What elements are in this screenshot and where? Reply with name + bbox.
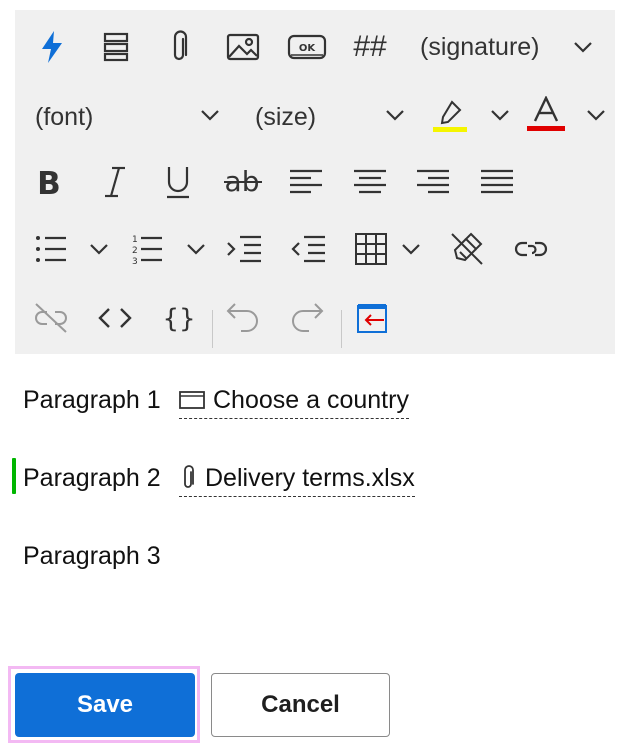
paperclip-icon xyxy=(179,465,197,491)
bullet-list-chevron-down-icon[interactable] xyxy=(88,224,110,274)
table-chevron-down-icon[interactable] xyxy=(400,224,422,274)
bullet-list-icon[interactable] xyxy=(26,224,76,274)
align-right-icon[interactable] xyxy=(408,157,458,207)
country-dropdown-label: Choose a country xyxy=(213,385,409,414)
toolbar-divider xyxy=(341,310,342,348)
save-button[interactable]: Save xyxy=(15,673,195,737)
strikethrough-icon[interactable]: ab xyxy=(218,157,268,207)
font-color-icon[interactable] xyxy=(521,90,571,140)
align-center-icon[interactable] xyxy=(345,157,395,207)
country-dropdown-field[interactable]: Choose a country xyxy=(179,382,409,419)
svg-text:3: 3 xyxy=(132,257,138,265)
paragraph-text: Paragraph 3 xyxy=(23,542,161,570)
svg-text:B: B xyxy=(37,167,61,197)
paragraph-text: Paragraph 2 xyxy=(23,464,161,492)
signature-dropdown[interactable]: (signature) xyxy=(420,22,540,72)
paragraph-text: Paragraph 1 xyxy=(23,386,161,414)
redo-icon[interactable] xyxy=(282,293,332,343)
svg-text:2: 2 xyxy=(132,246,138,256)
paragraph-1[interactable]: Paragraph 1 xyxy=(23,382,161,418)
paperclip-icon[interactable] xyxy=(154,22,204,72)
font-label: (font) xyxy=(35,103,94,131)
size-label: (size) xyxy=(255,103,317,131)
image-icon[interactable] xyxy=(218,22,268,72)
clear-format-icon[interactable] xyxy=(442,224,492,274)
attachment-label: Delivery terms.xlsx xyxy=(205,463,415,492)
italic-icon[interactable] xyxy=(90,157,140,207)
svg-text:1: 1 xyxy=(132,235,138,245)
underline-icon[interactable] xyxy=(153,157,203,207)
cancel-button[interactable]: Cancel xyxy=(211,673,390,737)
editor-toolbar: OK ## (signature) (font) (size) B ab 1 2… xyxy=(15,10,615,354)
toolbar-divider xyxy=(212,310,213,348)
active-paragraph-marker xyxy=(12,458,16,494)
stack-icon[interactable] xyxy=(91,22,141,72)
hash-icon[interactable]: ## xyxy=(345,22,395,72)
dropdown-box-icon xyxy=(179,391,205,409)
link-icon[interactable] xyxy=(506,224,556,274)
font-dropdown[interactable]: (font) xyxy=(35,92,93,142)
signature-label: (signature) xyxy=(420,33,540,61)
exit-fullscreen-icon[interactable] xyxy=(347,293,397,343)
font-chevron-down-icon[interactable] xyxy=(199,90,221,140)
align-left-icon[interactable] xyxy=(281,157,331,207)
signature-chevron-down-icon[interactable] xyxy=(572,22,594,72)
size-chevron-down-icon[interactable] xyxy=(384,90,406,140)
outdent-icon[interactable] xyxy=(283,224,333,274)
highlighter-chevron-down-icon[interactable] xyxy=(489,90,511,140)
attachment-field[interactable]: Delivery terms.xlsx xyxy=(179,460,415,497)
unlink-icon[interactable] xyxy=(26,293,76,343)
ok-badge-text: OK xyxy=(299,43,317,54)
undo-icon[interactable] xyxy=(218,293,268,343)
justify-icon[interactable] xyxy=(472,157,522,207)
numbered-list-icon[interactable]: 1 2 3 xyxy=(122,224,172,274)
indent-icon[interactable] xyxy=(219,224,269,274)
size-dropdown[interactable]: (size) xyxy=(255,92,316,142)
paragraph-3[interactable]: Paragraph 3 xyxy=(23,538,161,574)
ok-button-icon[interactable]: OK xyxy=(282,22,332,72)
bold-icon[interactable]: B xyxy=(24,157,74,207)
highlighter-icon[interactable] xyxy=(425,90,475,140)
svg-text:{}: {} xyxy=(164,304,194,333)
braces-icon[interactable]: {} xyxy=(154,293,204,343)
lightning-icon[interactable] xyxy=(27,22,77,72)
table-icon[interactable] xyxy=(346,224,396,274)
font-color-chevron-down-icon[interactable] xyxy=(585,90,607,140)
numbered-list-chevron-down-icon[interactable] xyxy=(185,224,207,274)
code-icon[interactable] xyxy=(90,293,140,343)
hash-label: ## xyxy=(353,30,387,63)
paragraph-2[interactable]: Paragraph 2 xyxy=(23,460,161,496)
